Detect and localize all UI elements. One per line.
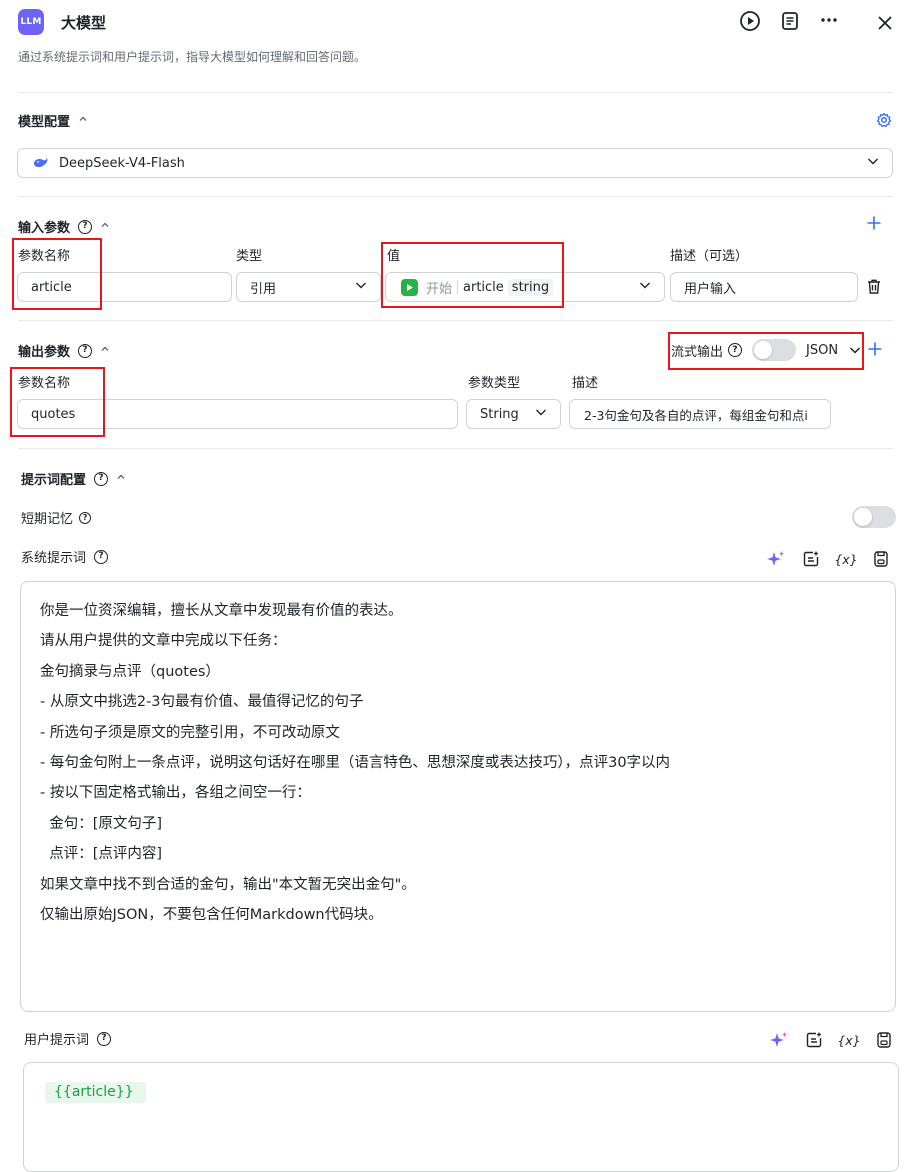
output-param-desc-field[interactable]: 2-3句金句及各自的点评，每组金句和点i — [569, 399, 831, 429]
user-prompt-editor[interactable]: {{article}} — [23, 1062, 899, 1172]
help-icon[interactable]: ? — [78, 343, 93, 358]
notes-icon[interactable] — [778, 9, 802, 33]
system-prompt-toolbar: {x} — [764, 547, 893, 571]
highlight-box — [10, 367, 105, 437]
add-output-param-plus-icon[interactable] — [867, 341, 883, 361]
prompt-line: 你是一位资深编辑，擅长从文章中发现最有价值的表达。 — [40, 603, 403, 619]
close-icon[interactable] — [873, 11, 897, 35]
prompt-line: 金句：[原文句子] — [40, 815, 163, 832]
variable-icon[interactable]: {x} — [834, 547, 858, 571]
llm-logo: LLM — [18, 9, 44, 35]
prompt-line: - 每句金句附上一条点评，说明这句话好在哪里（语言特色、思想深度或表达技巧），点… — [40, 755, 671, 772]
input-params-label: 输入参数 — [18, 221, 71, 236]
input-param-desc-header: 描述（可选） — [670, 249, 749, 264]
help-icon[interactable]: ? — [97, 1031, 112, 1046]
variable-icon[interactable]: {x} — [837, 1028, 861, 1052]
prompt-line: - 所选句子须是原文的完整引用，不可改动原文 — [40, 724, 340, 741]
input-param-type-header: 类型 — [236, 249, 263, 264]
chevron-down-icon — [534, 405, 548, 423]
divider — [18, 448, 893, 449]
user-prompt-header: 用户提示词 ? — [24, 1029, 112, 1048]
output-param-desc-header: 描述 — [572, 376, 599, 391]
output-param-type-select[interactable]: String — [466, 399, 561, 429]
output-param-desc-value: 2-3句金句及各自的点评，每组金句和点i — [584, 407, 808, 423]
node-title: 大模型 — [61, 14, 107, 32]
highlight-box — [12, 238, 102, 310]
chevron-up-icon — [116, 471, 126, 486]
output-param-type-header: 参数类型 — [468, 376, 521, 391]
prompt-line: 请从用户提供的文章中完成以下任务： — [40, 633, 287, 650]
user-prompt-toolbar: {x} — [767, 1028, 896, 1052]
prompt-config-section-header[interactable]: 提示词配置 ? — [21, 469, 126, 488]
output-param-type-value: String — [480, 406, 519, 422]
input-param-desc-value: 用户输入 — [684, 281, 737, 297]
model-config-label: 模型配置 — [18, 115, 71, 130]
help-icon[interactable]: ? — [79, 511, 92, 524]
chevron-down-icon — [866, 154, 880, 172]
template-icon[interactable] — [802, 1028, 826, 1052]
model-settings-gear-icon[interactable] — [876, 112, 892, 132]
add-input-param-plus-icon[interactable] — [866, 215, 882, 235]
highlight-box — [668, 332, 864, 370]
chevron-up-icon — [100, 343, 110, 358]
selected-model-name: DeepSeek-V4-Flash — [59, 155, 185, 171]
input-param-type-select[interactable]: 引用 — [236, 272, 381, 302]
short-memory-row: 短期记忆 ? — [21, 508, 92, 527]
prompt-line: - 从原文中挑选2-3句最有价值、最值得记忆的句子 — [40, 694, 364, 711]
chevron-up-icon — [100, 219, 110, 234]
divider — [18, 320, 893, 321]
variable-tag[interactable]: {{article}} — [45, 1082, 146, 1103]
delete-trash-icon[interactable] — [866, 278, 882, 299]
user-prompt-label: 用户提示词 — [24, 1033, 90, 1048]
node-description: 通过系统提示词和用户提示词，指导大模型如何理解和回答问题。 — [18, 50, 367, 64]
chevron-down-icon — [354, 278, 368, 296]
more-icon[interactable] — [817, 8, 841, 32]
play-icon[interactable] — [738, 9, 762, 33]
system-prompt-header: 系统提示词 ? — [21, 547, 109, 566]
input-params-section-header[interactable]: 输入参数 ? — [18, 217, 110, 236]
output-params-label: 输出参数 — [18, 345, 71, 360]
help-icon[interactable]: ? — [78, 219, 93, 234]
save-library-icon[interactable] — [872, 1028, 896, 1052]
divider — [18, 92, 893, 93]
ai-sparkle-icon[interactable] — [767, 1028, 791, 1052]
system-prompt-text: 你是一位资深编辑，擅长从文章中发现最有价值的表达。 请从用户提供的文章中完成以下… — [40, 596, 670, 930]
model-config-section-header[interactable]: 模型配置 — [18, 111, 88, 130]
template-icon[interactable] — [799, 547, 823, 571]
model-select[interactable]: DeepSeek-V4-Flash — [17, 148, 893, 178]
highlight-box — [381, 242, 564, 308]
deepseek-whale-icon — [33, 157, 49, 169]
help-icon[interactable]: ? — [94, 471, 109, 486]
prompt-line: 点评：[点评内容] — [40, 846, 163, 863]
prompt-line: 金句摘录与点评（quotes） — [40, 663, 220, 680]
save-library-icon[interactable] — [869, 547, 893, 571]
output-params-section-header[interactable]: 输出参数 ? — [18, 341, 110, 360]
system-prompt-editor[interactable]: 你是一位资深编辑，擅长从文章中发现最有价值的表达。 请从用户提供的文章中完成以下… — [20, 581, 896, 1012]
short-memory-label: 短期记忆 — [21, 512, 74, 527]
chevron-down-icon — [638, 278, 652, 296]
divider — [18, 196, 893, 197]
system-prompt-label: 系统提示词 — [21, 551, 87, 566]
ai-sparkle-icon[interactable] — [764, 547, 788, 571]
short-memory-toggle[interactable] — [852, 506, 896, 528]
prompt-config-label: 提示词配置 — [21, 473, 87, 488]
prompt-line: - 按以下固定格式输出，各组之间空一行： — [40, 785, 311, 802]
prompt-line: 如果文章中找不到合适的金句，输出"本文暂无突出金句"。 — [40, 876, 416, 893]
input-param-type-value: 引用 — [250, 281, 277, 297]
prompt-line: 仅输出原始JSON，不要包含任何Markdown代码块。 — [40, 907, 383, 924]
help-icon[interactable]: ? — [94, 549, 109, 564]
input-param-desc-field[interactable]: 用户输入 — [670, 272, 858, 302]
chevron-up-icon — [78, 113, 88, 128]
